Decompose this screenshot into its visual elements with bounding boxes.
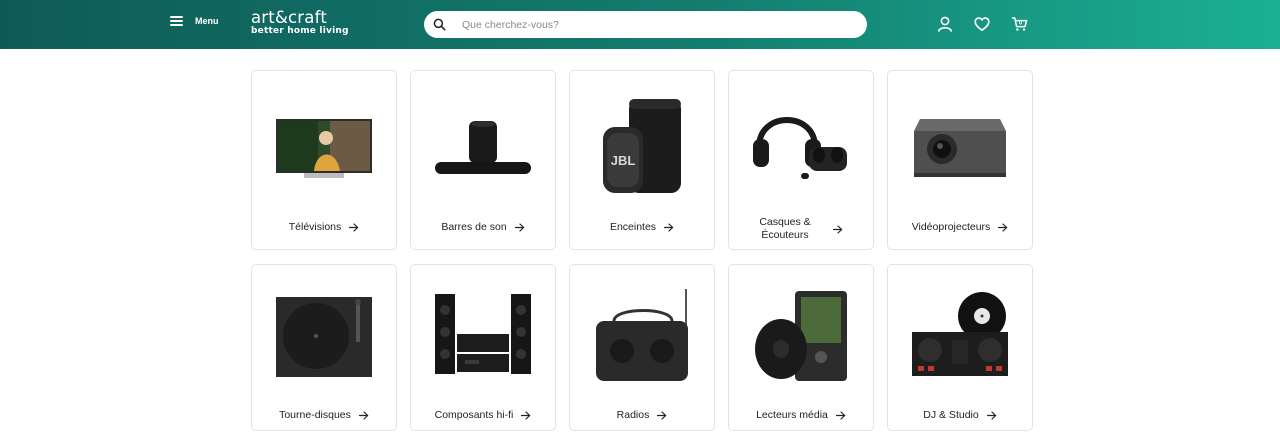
wishlist-heart-icon[interactable] <box>973 15 991 33</box>
category-label: Tourne-disques <box>279 409 351 421</box>
cart-count: 0 <box>1019 21 1023 27</box>
arrow-right-icon <box>514 223 524 232</box>
category-card-soundbars[interactable]: Barres de son <box>410 70 556 250</box>
projector-image <box>888 107 1032 187</box>
category-card-televisions[interactable]: Télévisions <box>251 70 397 250</box>
arrow-right-icon <box>998 223 1008 232</box>
category-card-hifi[interactable]: Composants hi-fi <box>410 264 556 431</box>
search-icon[interactable] <box>433 18 446 31</box>
account-icon[interactable] <box>936 15 954 33</box>
search-bar <box>424 11 867 38</box>
category-label: Radios <box>616 409 650 421</box>
logo-wordmark: art&craft <box>251 8 327 27</box>
media-player-image <box>729 287 873 383</box>
site-logo[interactable]: art&craft better home living <box>251 9 349 37</box>
radio-image <box>570 287 714 383</box>
category-card-projectors[interactable]: Vidéoprojecteurs <box>887 70 1033 250</box>
dj-controller-image <box>888 291 1032 379</box>
category-card-headphones[interactable]: Casques & Écouteurs <box>728 70 874 250</box>
logo-tagline: better home living <box>251 26 349 36</box>
arrow-right-icon <box>521 411 531 420</box>
site-header: Menu art&craft better home living 0 <box>0 0 1280 49</box>
search-input[interactable] <box>462 15 852 34</box>
soundbar-image <box>411 109 555 185</box>
category-card-turntables[interactable]: Tourne-disques <box>251 264 397 431</box>
headphones-image <box>729 97 873 187</box>
arrow-right-icon <box>832 224 842 234</box>
arrow-right-icon <box>349 223 359 232</box>
arrow-right-icon <box>986 411 997 420</box>
speaker-image: JBL <box>570 97 714 195</box>
arrow-right-icon <box>835 411 846 420</box>
category-card-radios[interactable]: Radios <box>569 264 715 431</box>
hamburger-icon <box>170 16 183 26</box>
television-image <box>252 109 396 185</box>
category-label: DJ & Studio <box>923 409 979 421</box>
category-card-speakers[interactable]: JBL Enceintes <box>569 70 715 250</box>
category-label: Vidéoprojecteurs <box>911 221 991 233</box>
arrow-right-icon <box>664 223 674 232</box>
svg-text:JBL: JBL <box>611 153 636 168</box>
arrow-right-icon <box>657 411 667 420</box>
category-card-media-players[interactable]: Lecteurs média <box>728 264 874 431</box>
category-card-dj-studio[interactable]: DJ & Studio <box>887 264 1033 431</box>
turntable-image <box>252 291 396 379</box>
hifi-system-image <box>411 291 555 377</box>
arrow-right-icon <box>358 411 369 420</box>
category-label: Lecteurs média <box>756 409 828 421</box>
category-label: Télévisions <box>288 221 342 233</box>
cart-icon[interactable]: 0 <box>1011 15 1029 33</box>
category-label: Composants hi-fi <box>434 409 514 421</box>
category-label: Casques & Écouteurs <box>759 216 811 241</box>
menu-button[interactable]: Menu <box>170 16 219 26</box>
category-label: Enceintes <box>609 221 657 233</box>
menu-label: Menu <box>195 16 219 26</box>
category-label: Barres de son <box>441 221 507 233</box>
